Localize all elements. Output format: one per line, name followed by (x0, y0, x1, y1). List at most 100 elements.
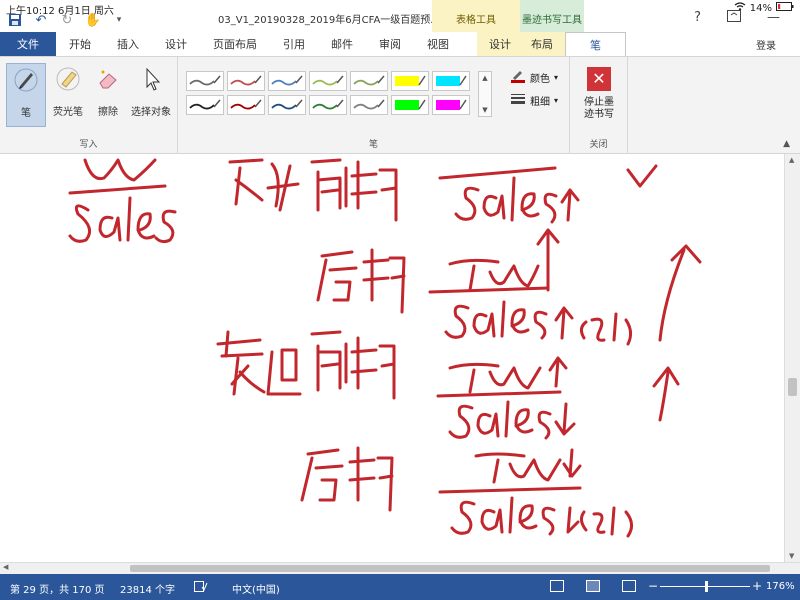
chevron-down-icon[interactable]: ▼ (482, 106, 487, 114)
zoom-slider-knob[interactable] (705, 581, 708, 592)
title-bar: 上午10:12 6月1日 周六 ↶ ↻ ✋ ▾ 03_V1_20190328_2… (0, 0, 800, 32)
ink-fraction-4 (438, 448, 633, 538)
pen-swatch[interactable] (309, 71, 347, 91)
pen-swatch[interactable] (350, 95, 388, 115)
highlighter-button[interactable]: 荧光笔 (48, 63, 88, 127)
redo-icon[interactable]: ↻ (56, 10, 78, 30)
pen-button[interactable]: 笔 (6, 63, 46, 127)
eraser-icon (92, 63, 124, 95)
ribbon-display-icon[interactable] (727, 10, 741, 26)
scroll-down-icon[interactable]: ▼ (789, 552, 794, 560)
tab-home[interactable]: 开始 (56, 32, 104, 56)
tab-ink-pens[interactable]: 笔 (565, 32, 626, 56)
page-count[interactable]: 第 29 页，共 170 页 (10, 581, 105, 596)
zoom-out-icon[interactable]: − (648, 579, 658, 593)
tab-review[interactable]: 审阅 (366, 32, 414, 56)
pen-swatch[interactable] (186, 71, 224, 91)
print-layout-icon[interactable] (586, 580, 600, 592)
ink-fraction-2 (428, 258, 633, 346)
horizontal-scroll-thumb[interactable] (130, 565, 770, 572)
ribbon-tabs: 文件 开始 插入 设计 页面布局 引用 邮件 审阅 视图 设计 布局 笔 登录 (0, 32, 800, 56)
ink-arrow-up-1 (536, 228, 560, 292)
write-group: 笔 荧光笔 擦除 选择对象 写入 (0, 57, 178, 153)
pen-swatch[interactable] (309, 95, 347, 115)
ink-arrow-up-3 (652, 366, 680, 422)
quick-access-toolbar: ↶ ↻ ✋ ▾ (0, 10, 130, 30)
context-header-ink-tools: 墨迹书写工具 (520, 0, 584, 32)
sign-in-link[interactable]: 登录 (756, 37, 776, 52)
language-indicator[interactable]: 中文(中国) (232, 581, 280, 596)
pen-swatch[interactable] (186, 95, 224, 115)
scroll-up-icon[interactable]: ▲ (789, 156, 794, 164)
document-canvas[interactable] (0, 154, 784, 562)
pen-gallery-scroll[interactable]: ▲ ▼ (478, 71, 492, 117)
zoom-level[interactable]: 176% (766, 581, 795, 592)
word-count[interactable]: 23814 个字 (120, 581, 175, 596)
weight-dropdown[interactable]: 粗细 ▾ (510, 93, 558, 108)
save-icon[interactable] (4, 10, 26, 30)
tab-mailings[interactable]: 邮件 (318, 32, 366, 56)
scroll-left-icon[interactable]: ◀ (3, 563, 8, 571)
pen-swatch[interactable] (227, 95, 265, 115)
customize-qat-icon[interactable]: ▾ (108, 10, 130, 30)
pen-icon (10, 64, 42, 96)
read-mode-icon[interactable] (550, 580, 564, 592)
pen-swatch[interactable] (268, 71, 306, 91)
ink-fraction-3 (436, 356, 576, 440)
ink-heading-2 (316, 248, 406, 314)
pen-swatch[interactable] (227, 71, 265, 91)
pen-swatch[interactable] (268, 95, 306, 115)
ink-fraction-left (68, 158, 177, 244)
pen-swatch[interactable] (391, 95, 429, 115)
tab-file[interactable]: 文件 (0, 32, 56, 56)
tab-table-design[interactable]: 设计 (477, 32, 521, 56)
touch-mode-icon[interactable]: ✋ (82, 10, 104, 30)
tab-table-layout[interactable]: 布局 (521, 32, 565, 56)
stop-inking-button[interactable]: ✕ 停止墨迹书写 (578, 67, 620, 121)
pen-swatch[interactable] (391, 71, 429, 91)
close-icon: ✕ (587, 67, 611, 91)
collapse-ribbon-icon[interactable]: ▲ (783, 139, 790, 149)
tab-references[interactable]: 引用 (270, 32, 318, 56)
tab-page-layout[interactable]: 页面布局 (200, 32, 270, 56)
highlighter-icon (52, 63, 84, 95)
close-group-label: 关闭 (589, 140, 608, 150)
ink-annotations (68, 158, 702, 538)
line-weight-icon (510, 93, 526, 108)
minimize-icon[interactable]: — (767, 10, 780, 26)
pen-swatch[interactable] (432, 95, 470, 115)
pen-swatch[interactable] (350, 71, 388, 91)
ink-heading-1 (228, 158, 398, 222)
chevron-up-icon[interactable]: ▲ (482, 74, 487, 82)
pen-swatch[interactable] (432, 71, 470, 91)
help-icon[interactable]: ? (694, 10, 701, 26)
select-objects-button[interactable]: 选择对象 (128, 63, 174, 127)
select-arrow-icon (135, 63, 167, 95)
web-layout-icon[interactable] (622, 580, 636, 592)
eraser-button[interactable]: 擦除 (88, 63, 128, 127)
proofing-icon[interactable] (194, 581, 208, 595)
undo-icon[interactable]: ↶ (30, 10, 52, 30)
context-header-table-tools: 表格工具 (432, 0, 520, 32)
vertical-scrollbar[interactable]: ▲ ▼ (784, 154, 800, 562)
pens-group-label: 笔 (368, 140, 378, 150)
document-title: 03_V1_20190328_2019年6月CFA一级百题预... (218, 15, 440, 26)
horizontal-scrollbar[interactable]: ◀ (0, 562, 800, 574)
write-group-label: 写入 (79, 140, 98, 150)
ink-arrow-down-right (626, 164, 658, 188)
tab-insert[interactable]: 插入 (104, 32, 152, 56)
status-bar: 第 29 页，共 170 页 23814 个字 中文(中国) − + 176% (0, 574, 800, 600)
ribbon: 笔 荧光笔 擦除 选择对象 写入 笔 ▲ ▼ 颜色 ▾ 粗细 ▾ 关闭 ✕ 停止… (0, 56, 800, 154)
zoom-in-icon[interactable]: + (752, 579, 762, 593)
ink-heading-3 (216, 330, 396, 400)
tab-design[interactable]: 设计 (152, 32, 200, 56)
tab-view[interactable]: 视图 (414, 32, 477, 56)
ink-arrow-up-2 (658, 244, 702, 342)
ink-heading-4 (300, 446, 394, 512)
pen-gallery (186, 71, 476, 115)
vertical-scroll-thumb[interactable] (788, 378, 797, 396)
color-icon (510, 69, 526, 86)
word-window: 上午10:12 6月1日 周六 ↶ ↻ ✋ ▾ 03_V1_20190328_2… (0, 0, 800, 600)
ink-fraction-1 (438, 166, 580, 224)
color-dropdown[interactable]: 颜色 ▾ (510, 69, 558, 86)
